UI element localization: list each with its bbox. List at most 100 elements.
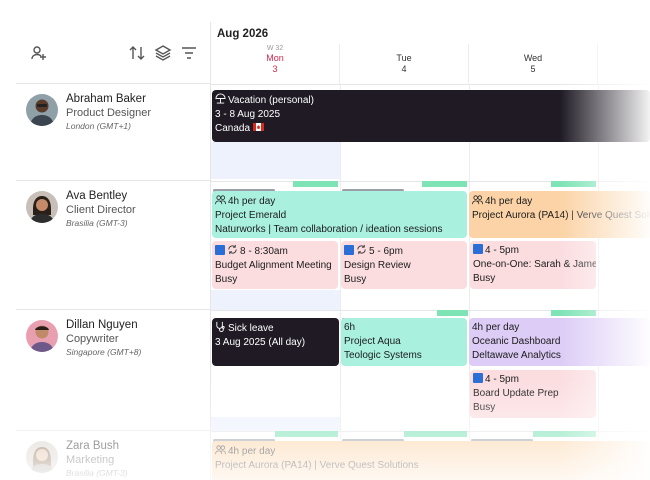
person-role: Copywriter bbox=[66, 333, 119, 345]
person-role: Client Director bbox=[66, 204, 136, 216]
event-project: Project Aqua bbox=[344, 336, 401, 347]
avatar bbox=[26, 191, 58, 223]
people-icon bbox=[215, 194, 226, 205]
day-header-mon[interactable]: W 32 Mon 3 bbox=[211, 44, 340, 84]
toolbar bbox=[16, 22, 211, 84]
capacity-bar bbox=[437, 310, 468, 316]
today-highlight bbox=[211, 142, 340, 179]
event-status: Busy bbox=[344, 274, 367, 285]
event-status: Busy bbox=[473, 273, 496, 284]
event-dates: 3 Aug 2025 (All day) bbox=[215, 337, 306, 348]
add-person-icon[interactable] bbox=[30, 44, 48, 62]
event-title: Budget Alignment Meeting bbox=[215, 260, 332, 271]
umbrella-icon bbox=[215, 93, 226, 104]
event-time: 4 - 5pm bbox=[485, 374, 519, 385]
person-role: Marketing bbox=[66, 454, 115, 466]
person-name: Zara Bush bbox=[66, 440, 120, 452]
event-hours: 4h per day bbox=[228, 196, 276, 207]
event-design-review[interactable]: 5 - 6pm Design Review Busy bbox=[341, 241, 467, 289]
person-timezone: Singapore (GMT+8) bbox=[66, 347, 142, 357]
event-oceanic-dashboard[interactable]: 4h per day Oceanic Dashboard Deltawave A… bbox=[469, 318, 650, 366]
event-client: Naturworks | Team collaboration / ideati… bbox=[215, 224, 443, 235]
event-time: 8 - 8:30am bbox=[240, 246, 288, 257]
recurring-icon bbox=[227, 244, 238, 255]
capacity-bar bbox=[551, 310, 596, 316]
event-title: Vacation (personal) bbox=[228, 95, 314, 106]
stethoscope-icon bbox=[215, 321, 226, 332]
today-highlight bbox=[211, 417, 340, 431]
event-time: 4 - 5pm bbox=[485, 245, 519, 256]
google-calendar-icon bbox=[473, 373, 483, 383]
event-time: 5 - 6pm bbox=[369, 246, 403, 257]
sort-icon[interactable] bbox=[128, 44, 146, 62]
event-hours: 4h per day bbox=[485, 196, 533, 207]
capacity-bar bbox=[275, 431, 338, 437]
day-number: 5 bbox=[530, 64, 536, 74]
avatar bbox=[26, 94, 58, 126]
day-number: 3 bbox=[272, 64, 278, 74]
layers-icon[interactable] bbox=[154, 44, 172, 62]
event-sick-leave[interactable]: Sick leave 3 Aug 2025 (All day) bbox=[212, 318, 339, 366]
person-timezone: Brasilia (GMT-3) bbox=[66, 468, 128, 478]
day-header-tue[interactable]: Tue 4 bbox=[340, 44, 469, 84]
person-role: Product Designer bbox=[66, 107, 151, 119]
person-timezone: London (GMT+1) bbox=[66, 121, 131, 131]
person-row-ava[interactable]: Ava Bentley Client Director Brasilia (GM… bbox=[16, 181, 211, 310]
event-project-aqua[interactable]: 6h Project Aqua Teologic Systems bbox=[341, 318, 467, 366]
outlook-icon bbox=[344, 245, 354, 255]
outlook-icon bbox=[473, 244, 483, 254]
filter-icon[interactable] bbox=[180, 44, 198, 62]
week-number: W 32 bbox=[266, 45, 284, 52]
header-divider bbox=[211, 84, 650, 85]
capacity-bar bbox=[533, 431, 596, 437]
event-status: Busy bbox=[473, 402, 496, 413]
event-dates: 3 - 8 Aug 2025 bbox=[215, 109, 281, 120]
event-vacation[interactable]: Vacation (personal) 3 - 8 Aug 2025 Canad… bbox=[212, 90, 650, 142]
capacity-bar bbox=[422, 181, 467, 187]
day-name: Wed bbox=[523, 53, 543, 63]
person-name: Dillan Nguyen bbox=[66, 319, 138, 331]
people-icon bbox=[472, 194, 483, 205]
event-hours: 6h bbox=[344, 322, 356, 333]
today-highlight bbox=[211, 290, 340, 310]
week-number bbox=[469, 44, 597, 53]
week-number bbox=[340, 44, 468, 53]
person-timezone: Brasilia (GMT-3) bbox=[66, 218, 128, 228]
avatar bbox=[26, 320, 58, 352]
avatar bbox=[26, 441, 58, 473]
event-project: Project Emerald bbox=[215, 210, 287, 221]
event-project: Project Aurora (PA14) | Verve Quest Solu… bbox=[215, 460, 419, 471]
event-project: Project Aurora (PA14) | Verve Quest Solu… bbox=[472, 210, 650, 221]
people-panel: Abraham Baker Product Designer London (G… bbox=[16, 22, 211, 480]
event-hours: 4h per day bbox=[228, 446, 276, 457]
capacity-bar bbox=[293, 181, 338, 187]
capacity-bar bbox=[404, 431, 467, 437]
event-project-aurora[interactable]: 4h per day Project Aurora (PA14) | Verve… bbox=[469, 191, 650, 238]
event-project-aurora-zara[interactable]: 4h per day Project Aurora (PA14) | Verve… bbox=[212, 441, 650, 480]
person-row-dillan[interactable]: Dillan Nguyen Copywriter Singapore (GMT+… bbox=[16, 310, 211, 431]
event-client: Teologic Systems bbox=[344, 350, 422, 361]
person-name: Abraham Baker bbox=[66, 93, 146, 105]
day-name: Tue bbox=[396, 53, 412, 63]
event-client: Deltawave Analytics bbox=[472, 350, 561, 361]
person-row-zara[interactable]: Zara Bush Marketing Brasilia (GMT-3) bbox=[16, 431, 211, 480]
day-name: Mon bbox=[266, 53, 284, 63]
event-board-update[interactable]: 4 - 5pm Board Update Prep Busy bbox=[470, 370, 596, 418]
capacity-bar bbox=[551, 181, 596, 187]
event-title: Board Update Prep bbox=[473, 388, 559, 399]
event-hours: 4h per day bbox=[472, 322, 520, 333]
event-title: Design Review bbox=[344, 260, 411, 271]
person-name: Ava Bentley bbox=[66, 190, 128, 202]
day-header-wed[interactable]: Wed 5 bbox=[469, 44, 598, 84]
day-number: 4 bbox=[401, 64, 407, 74]
recurring-icon bbox=[356, 244, 367, 255]
event-title: Sick leave bbox=[228, 323, 274, 334]
event-one-on-one[interactable]: 4 - 5pm One-on-One: Sarah & James Busy bbox=[470, 241, 596, 289]
event-title: One-on-One: Sarah & James bbox=[473, 259, 596, 270]
event-status: Busy bbox=[215, 274, 238, 285]
event-project-emerald[interactable]: 4h per day Project Emerald Naturworks | … bbox=[212, 191, 467, 238]
person-row-abraham[interactable]: Abraham Baker Product Designer London (G… bbox=[16, 84, 211, 181]
calendar-grid: Aug 2026 W 32 Mon 3 Tue 4 Wed 5 Vacation… bbox=[211, 22, 650, 480]
event-location: Canada bbox=[215, 123, 251, 134]
event-budget-meeting[interactable]: 8 - 8:30am Budget Alignment Meeting Busy bbox=[212, 241, 338, 289]
